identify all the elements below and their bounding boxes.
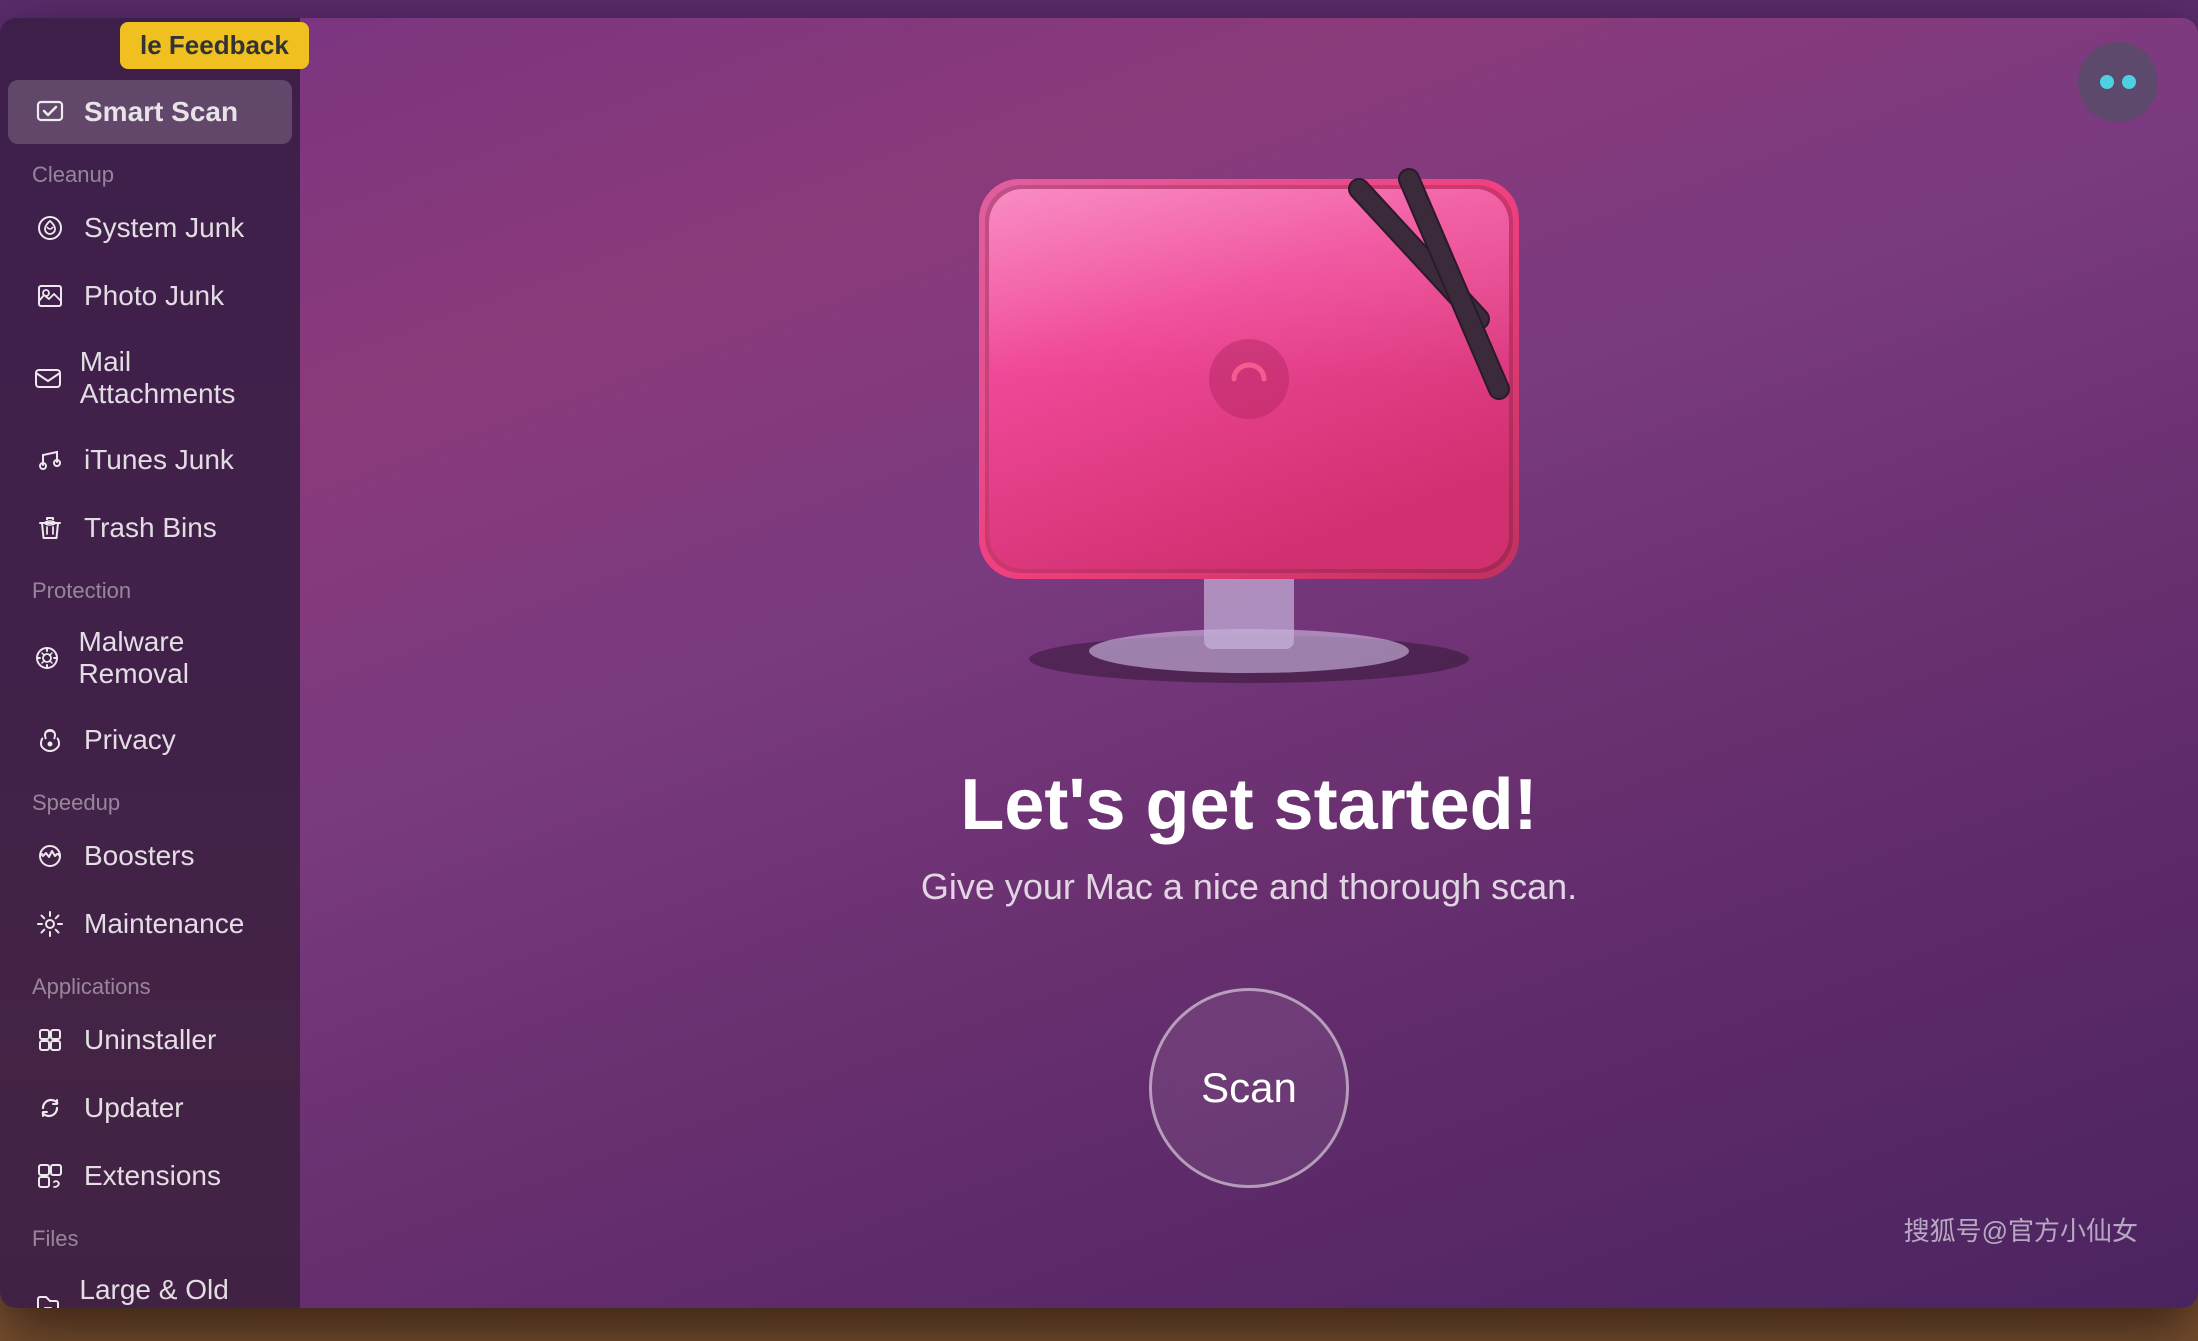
extensions-icon — [32, 1158, 68, 1194]
section-label-speedup: Speedup — [0, 774, 300, 822]
dot-1 — [2100, 75, 2114, 89]
smart-scan-icon — [32, 94, 68, 130]
sidebar-item-itunes-junk-label: iTunes Junk — [84, 444, 234, 476]
section-label-applications: Applications — [0, 958, 300, 1006]
sidebar-item-maintenance[interactable]: Maintenance — [8, 892, 292, 956]
sidebar-item-trash-bins-label: Trash Bins — [84, 512, 217, 544]
sidebar-item-trash-bins[interactable]: Trash Bins — [8, 496, 292, 560]
sidebar-item-smart-scan-label: Smart Scan — [84, 96, 238, 128]
updater-icon — [32, 1090, 68, 1126]
sidebar-item-malware-removal[interactable]: Malware Removal — [8, 612, 292, 704]
scan-button[interactable]: Scan — [1149, 988, 1349, 1188]
feedback-badge[interactable]: le Feedback — [120, 22, 309, 69]
sidebar-item-system-junk-label: System Junk — [84, 212, 244, 244]
system-junk-icon — [32, 210, 68, 246]
app-window: Smart Scan Cleanup System Junk — [0, 18, 2198, 1308]
section-label-files: Files — [0, 1210, 300, 1258]
section-label-protection: Protection — [0, 562, 300, 610]
sidebar-item-photo-junk[interactable]: Photo Junk — [8, 264, 292, 328]
sidebar: Smart Scan Cleanup System Junk — [0, 18, 300, 1308]
sidebar-item-large-old-files[interactable]: Large & Old Files — [8, 1260, 292, 1308]
sidebar-item-boosters[interactable]: Boosters — [8, 824, 292, 888]
uninstaller-icon — [32, 1022, 68, 1058]
sidebar-item-large-old-files-label: Large & Old Files — [79, 1274, 268, 1308]
monitor-illustration — [899, 139, 1599, 704]
sidebar-item-photo-junk-label: Photo Junk — [84, 280, 224, 312]
sidebar-item-malware-removal-label: Malware Removal — [78, 626, 268, 690]
maintenance-icon — [32, 906, 68, 942]
sidebar-item-privacy-label: Privacy — [84, 724, 176, 756]
top-right-dots-button[interactable] — [2078, 42, 2158, 122]
sidebar-item-extensions-label: Extensions — [84, 1160, 221, 1192]
large-old-files-icon — [32, 1288, 63, 1308]
watermark: 搜狐号@官方小仙女 — [1904, 1211, 2138, 1248]
sidebar-item-uninstaller-label: Uninstaller — [84, 1024, 216, 1056]
sidebar-item-updater[interactable]: Updater — [8, 1076, 292, 1140]
sidebar-item-uninstaller[interactable]: Uninstaller — [8, 1008, 292, 1072]
sidebar-item-updater-label: Updater — [84, 1092, 184, 1124]
boosters-icon — [32, 838, 68, 874]
trash-bins-icon — [32, 510, 68, 546]
section-label-cleanup: Cleanup — [0, 146, 300, 194]
itunes-junk-icon — [32, 442, 68, 478]
sidebar-item-mail-attachments[interactable]: Mail Attachments — [8, 332, 292, 424]
privacy-icon — [32, 722, 68, 758]
sidebar-item-mail-attachments-label: Mail Attachments — [80, 346, 268, 410]
main-subheadline: Give your Mac a nice and thorough scan. — [921, 866, 1577, 908]
sidebar-item-boosters-label: Boosters — [84, 840, 195, 872]
dot-2 — [2122, 75, 2136, 89]
sidebar-item-extensions[interactable]: Extensions — [8, 1144, 292, 1208]
sidebar-item-system-junk[interactable]: System Junk — [8, 196, 292, 260]
sidebar-item-itunes-junk[interactable]: iTunes Junk — [8, 428, 292, 492]
main-headline: Let's get started! — [960, 764, 1537, 846]
sidebar-item-smart-scan[interactable]: Smart Scan — [8, 80, 292, 144]
sidebar-item-maintenance-label: Maintenance — [84, 908, 244, 940]
sidebar-item-privacy[interactable]: Privacy — [8, 708, 292, 772]
mail-attachments-icon — [32, 360, 64, 396]
malware-removal-icon — [32, 640, 62, 676]
main-content: Let's get started! Give your Mac a nice … — [300, 18, 2198, 1308]
photo-junk-icon — [32, 278, 68, 314]
